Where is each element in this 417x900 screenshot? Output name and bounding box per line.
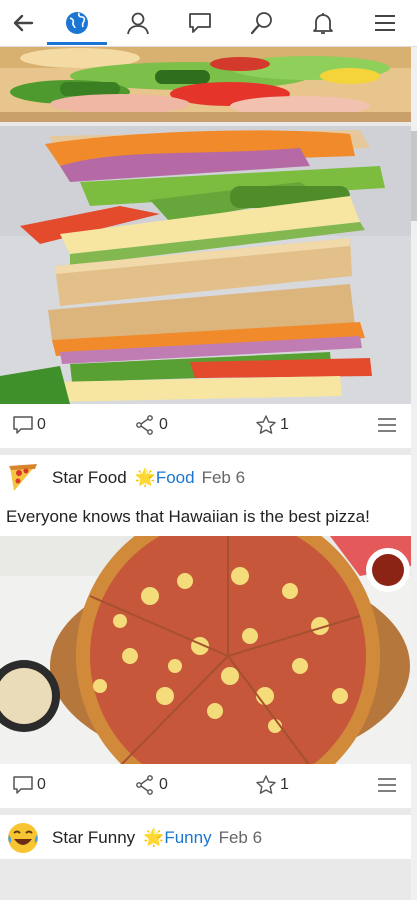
comment-count: 0 xyxy=(37,776,46,793)
comment-button[interactable]: 0 xyxy=(12,774,46,796)
post-2-action-row: 0 0 1 xyxy=(0,764,411,808)
comment-icon xyxy=(13,416,33,434)
post-header: Star Funny 🌟 Funny Feb 6 xyxy=(0,815,411,859)
star-count: 1 xyxy=(280,776,289,793)
comment-button[interactable]: 0 xyxy=(12,414,46,436)
hamburger-menu-icon xyxy=(378,778,396,792)
hamburger-menu-icon[interactable] xyxy=(369,7,401,39)
post-author[interactable]: Star Food xyxy=(52,468,127,488)
user-icon[interactable] xyxy=(122,7,154,39)
post-category-link[interactable]: Funny xyxy=(164,828,211,848)
star-button[interactable]: 1 xyxy=(255,414,289,436)
laughing-face-icon[interactable] xyxy=(6,821,40,855)
star-badge-icon: 🌟 xyxy=(134,468,156,487)
star-badge-icon: 🌟 xyxy=(143,828,165,847)
comment-count: 0 xyxy=(37,416,46,433)
share-count: 0 xyxy=(159,416,168,433)
star-count: 1 xyxy=(280,416,289,433)
post-menu-button[interactable] xyxy=(376,414,398,436)
post-menu-button[interactable] xyxy=(376,774,398,796)
globe-icon[interactable] xyxy=(61,7,93,39)
search-icon[interactable] xyxy=(246,7,278,39)
share-icon xyxy=(136,415,153,435)
top-navigation-bar xyxy=(0,0,417,47)
share-button[interactable]: 0 xyxy=(134,414,168,436)
share-icon xyxy=(136,775,153,795)
post-date: Feb 6 xyxy=(218,828,263,847)
post-date: Feb 6 xyxy=(201,468,246,487)
post-image-sandwich-stack[interactable] xyxy=(0,126,411,404)
back-arrow-icon[interactable] xyxy=(7,7,39,39)
share-button[interactable]: 0 xyxy=(134,774,168,796)
scrollbar[interactable] xyxy=(411,46,417,900)
bell-icon[interactable] xyxy=(307,7,339,39)
post-1-action-row: 0 0 1 xyxy=(0,404,411,448)
post-image-pizza[interactable] xyxy=(0,536,411,764)
star-button[interactable]: 1 xyxy=(255,774,289,796)
post-image-sandwich-top[interactable] xyxy=(0,46,411,122)
scrollbar-thumb[interactable] xyxy=(411,131,417,221)
chat-bubble-icon[interactable] xyxy=(184,7,216,39)
post-category-link[interactable]: Food xyxy=(156,468,195,488)
comment-icon xyxy=(13,776,33,794)
post-card: Star Food 🌟 Food Feb 6 Everyone knows th… xyxy=(0,455,411,808)
share-count: 0 xyxy=(159,776,168,793)
star-icon xyxy=(256,775,276,794)
feed: 0 0 1 Star Food 🌟 Food Feb 6 Everyone kn… xyxy=(0,46,411,859)
post-card: Star Funny 🌟 Funny Feb 6 xyxy=(0,815,411,859)
active-tab-indicator xyxy=(47,42,107,45)
hamburger-menu-icon xyxy=(378,418,396,432)
post-text: Everyone knows that Hawaiian is the best… xyxy=(6,507,370,526)
star-icon xyxy=(256,415,276,434)
post-author[interactable]: Star Funny xyxy=(52,828,135,848)
post-header: Star Food 🌟 Food Feb 6 xyxy=(0,455,411,499)
pizza-slice-icon[interactable] xyxy=(6,461,40,495)
